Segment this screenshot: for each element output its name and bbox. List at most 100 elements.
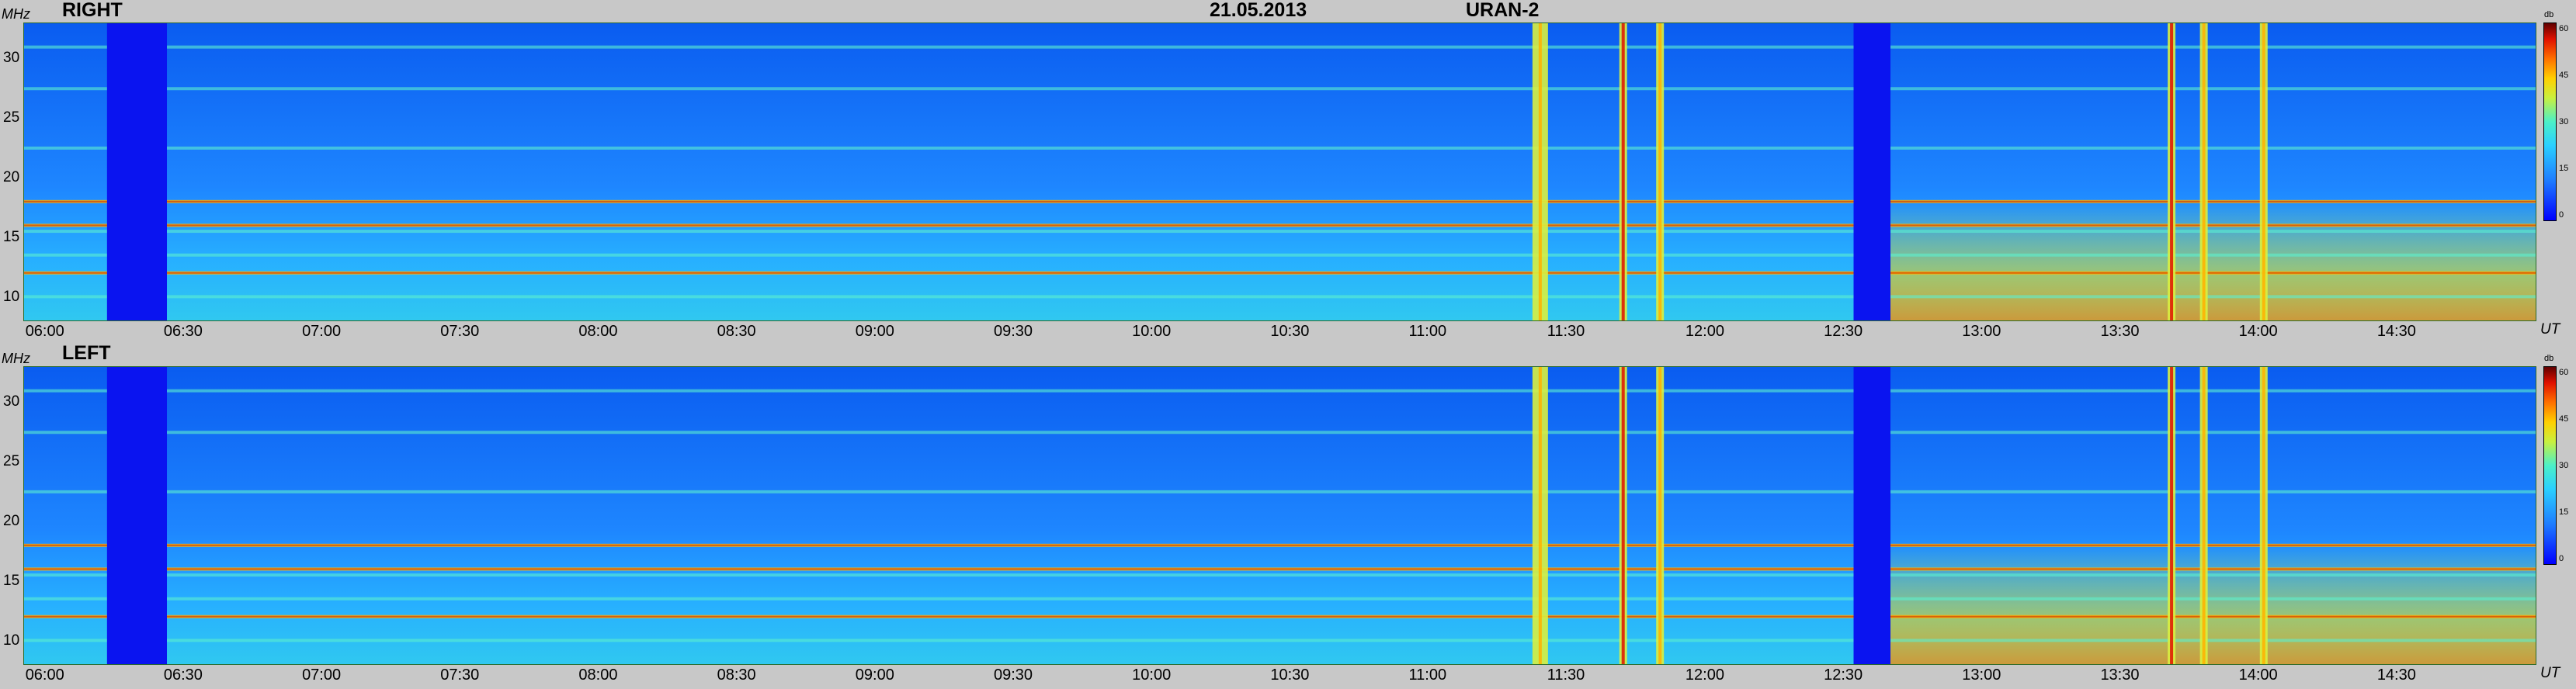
burst-core	[1538, 23, 1542, 320]
x-tick-label: 07:00	[302, 323, 342, 340]
interference-band	[24, 573, 2536, 577]
colorbar-tick-label: 45	[2559, 71, 2569, 80]
x-tick-label: 10:00	[1132, 666, 1172, 684]
burst-core	[1621, 23, 1625, 320]
x-tick-label: 07:30	[440, 323, 480, 340]
x-tick-label: 12:30	[1824, 666, 1863, 684]
interference-band-core	[24, 272, 2536, 274]
x-tick-label: 06:00	[25, 323, 64, 340]
x-tick-label: 11:30	[1547, 666, 1585, 684]
y-tick-label: 20	[3, 513, 20, 530]
colorbar-tick-label: 30	[2559, 117, 2569, 126]
burst-core	[2170, 23, 2174, 320]
interference-band	[24, 146, 2536, 150]
colorbar-right	[2543, 23, 2557, 221]
y-unit-label: MHz	[2, 6, 30, 22]
x-tick-label: 06:30	[163, 666, 203, 684]
colorbar-tick-label: 15	[2559, 507, 2569, 517]
x-tick-label: 08:00	[578, 323, 618, 340]
burst-core	[2170, 367, 2174, 664]
interference-band-core	[24, 568, 2536, 570]
x-tick-label: 12:00	[1685, 666, 1724, 684]
colorbar-unit-right: db	[2544, 10, 2554, 19]
y-tick-label: 25	[3, 453, 20, 470]
colorbar-unit-left: db	[2544, 354, 2554, 363]
spectrogram-right	[23, 23, 2536, 321]
y-tick-label: 15	[3, 573, 20, 590]
interference-band-core	[24, 224, 2536, 227]
x-tick-label: 11:00	[1408, 666, 1447, 684]
x-tick-label: 06:30	[163, 323, 203, 340]
interference-band	[24, 639, 2536, 642]
interference-band	[24, 253, 2536, 257]
x-tick-label: 13:30	[2100, 323, 2140, 340]
burst-core	[1621, 367, 1625, 664]
burst-core	[2202, 367, 2206, 664]
x-tick-label: 13:00	[1962, 666, 2001, 684]
y-tick-label: 15	[3, 229, 20, 246]
interference-band	[24, 295, 2536, 299]
data-gap	[106, 23, 168, 320]
x-tick-label: 09:30	[993, 323, 1033, 340]
interference-band	[24, 230, 2536, 234]
x-tick-label: 07:00	[302, 666, 342, 684]
y-tick-label: 20	[3, 169, 20, 186]
x-tick-label: 09:30	[993, 666, 1033, 684]
burst-core	[1658, 23, 1662, 320]
x-tick-label: 09:00	[855, 666, 894, 684]
interference-band-core	[24, 544, 2536, 546]
burst-core	[1658, 367, 1662, 664]
interference-band	[24, 597, 2536, 601]
y-tick-label: 25	[3, 109, 20, 126]
panel-label-right: RIGHT	[62, 0, 123, 21]
x-tick-label: 10:00	[1132, 323, 1172, 340]
data-gap	[106, 367, 168, 664]
interference-band	[24, 389, 2536, 393]
y-tick-label: 10	[3, 632, 20, 649]
colorbar-tick-label: 60	[2559, 24, 2569, 33]
interference-band-core	[24, 200, 2536, 203]
burst-core	[2262, 23, 2265, 320]
x-unit-label: UT	[2540, 321, 2560, 338]
late-emission-region	[1890, 367, 2536, 664]
interference-band	[24, 87, 2536, 91]
colorbar-tick-label: 0	[2559, 554, 2564, 563]
colorbar-left	[2543, 366, 2557, 565]
x-tick-label: 09:00	[855, 323, 894, 340]
interference-band	[24, 431, 2536, 435]
interference-band	[24, 490, 2536, 493]
spectrogram-left	[23, 366, 2536, 665]
y-unit-label: MHz	[2, 351, 30, 366]
x-tick-label: 08:30	[717, 666, 756, 684]
data-gap	[1853, 23, 1890, 320]
x-tick-label: 10:30	[1270, 666, 1310, 684]
burst-core	[2262, 367, 2265, 664]
colorbar-tick-label: 0	[2559, 210, 2564, 220]
burst-core	[2202, 23, 2206, 320]
colorbar-tick-label: 45	[2559, 414, 2569, 424]
burst-core	[1538, 367, 1542, 664]
x-tick-label: 12:00	[1685, 323, 1724, 340]
colorbar-tick-label: 15	[2559, 164, 2569, 173]
x-tick-label: 14:30	[2376, 323, 2416, 340]
x-tick-label: 12:30	[1824, 323, 1863, 340]
x-tick-label: 14:00	[2238, 323, 2278, 340]
x-tick-label: 11:00	[1408, 323, 1447, 340]
x-tick-label: 06:00	[25, 666, 64, 684]
x-tick-label: 10:30	[1270, 323, 1310, 340]
panel-label-left: LEFT	[62, 342, 111, 364]
data-gap	[1853, 367, 1890, 664]
x-tick-label: 07:30	[440, 666, 480, 684]
interference-band-core	[24, 615, 2536, 618]
x-tick-label: 14:00	[2238, 666, 2278, 684]
y-tick-label: 10	[3, 289, 20, 306]
x-tick-label: 08:00	[578, 666, 618, 684]
colorbar-tick-label: 60	[2559, 368, 2569, 377]
interference-band	[24, 45, 2536, 49]
late-emission-region	[1890, 23, 2536, 320]
y-tick-label: 30	[3, 50, 20, 67]
x-tick-label: 11:30	[1547, 323, 1585, 340]
date-title: 21.05.2013	[1210, 0, 1307, 21]
x-tick-label: 08:30	[717, 323, 756, 340]
x-tick-label: 13:30	[2100, 666, 2140, 684]
